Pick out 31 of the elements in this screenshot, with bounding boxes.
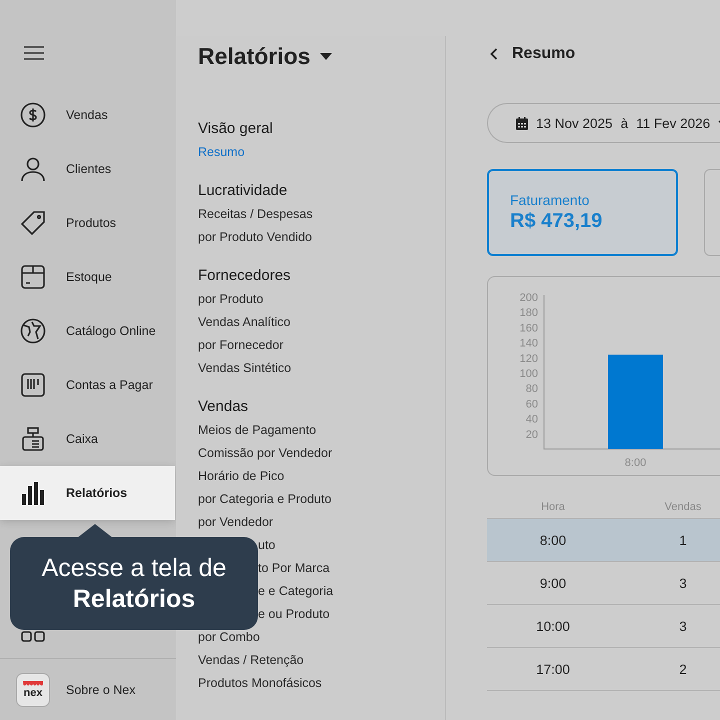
x-tick-label: 8:00 (624, 457, 646, 469)
logo-badge: nex (16, 672, 50, 706)
sidebar-label: Caixa (66, 432, 98, 446)
section-heading: Vendas (198, 398, 250, 415)
y-tick-label: 40 (526, 414, 538, 426)
metric-value: R$ 473,19 (510, 210, 604, 233)
metric-label: Faturamento (510, 192, 590, 208)
y-tick-label: 160 (520, 322, 538, 334)
y-tick-label: 120 (520, 352, 538, 365)
section-heading: Lucratividade (198, 182, 288, 199)
column-header: Hora (487, 496, 619, 518)
y-tick-label: 200 (520, 292, 538, 304)
page-title: Resumo (512, 45, 576, 63)
sidebar-label: Relatórios (66, 486, 128, 500)
column-header: Vendas (619, 496, 720, 518)
sidebar-label: Clientes (66, 162, 112, 176)
sidebar-label: Contas a Pagar (66, 378, 153, 392)
reports-title: Relatórios (198, 43, 310, 70)
y-tick-label: 100 (520, 368, 538, 380)
section-heading: Visão geral (198, 120, 274, 137)
section-heading: Fornecedores (198, 267, 292, 284)
y-tick-label: 180 (520, 307, 538, 320)
y-tick-label: 80 (526, 383, 538, 396)
y-tick-label: 140 (520, 338, 538, 350)
sidebar-label: Catálogo Online (66, 324, 156, 338)
tooltip-text: Acesse a tela de Relatórios (40, 552, 228, 614)
sidebar-label: Estoque (66, 270, 112, 284)
sidebar-label: Vendas (66, 108, 108, 122)
sidebar-label: Produtos (66, 216, 116, 230)
y-tick-label: 60 (526, 398, 538, 410)
y-tick-label: 20 (526, 428, 538, 441)
